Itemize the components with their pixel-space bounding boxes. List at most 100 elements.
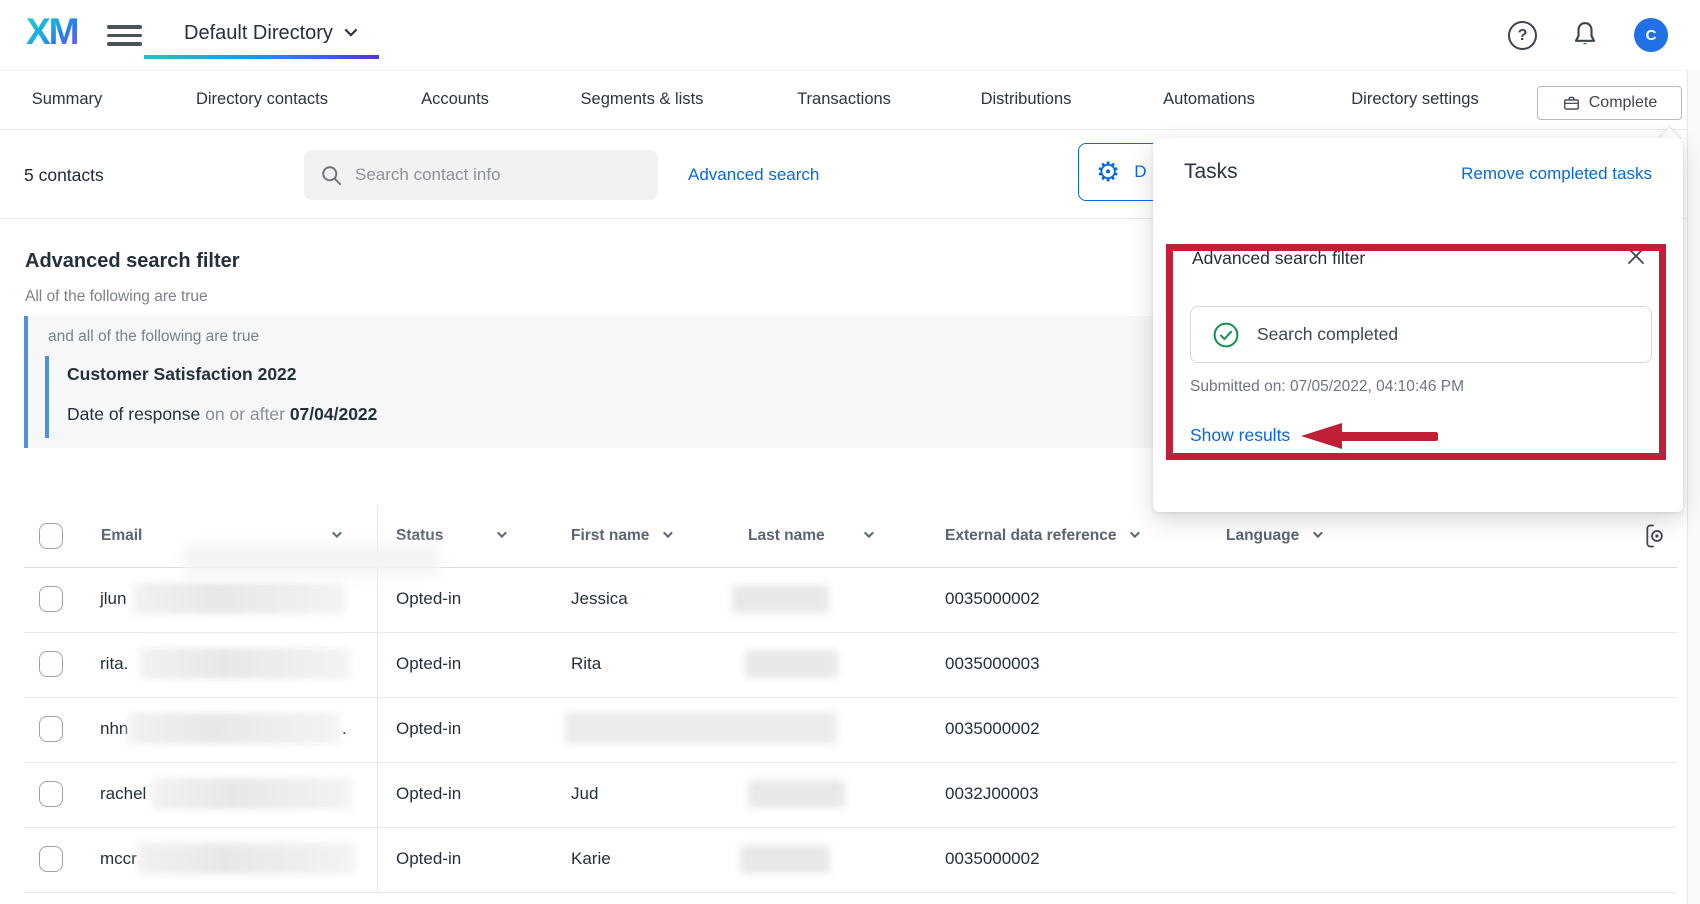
search-icon <box>320 164 343 187</box>
row-checkbox[interactable] <box>39 716 63 742</box>
cell-status: Opted-in <box>396 719 461 739</box>
directory-settings-button-label: D <box>1134 162 1146 182</box>
cell-email-prefix: nhn <box>100 719 128 739</box>
redacted-blur <box>133 583 345 614</box>
task-status-label: Search completed <box>1257 324 1398 345</box>
cell-external-ref: 0032J00003 <box>945 784 1039 804</box>
chevron-down-icon[interactable] <box>1130 528 1140 538</box>
search-input[interactable] <box>355 165 625 185</box>
column-settings-button[interactable] <box>1644 523 1667 554</box>
cell-email-prefix: mccr <box>100 849 137 869</box>
task-submitted-timestamp: Submitted on: 07/05/2022, 04:10:46 PM <box>1190 378 1464 396</box>
cell-status: Opted-in <box>396 654 461 674</box>
table-row[interactable]: nhn . Opted-in 0035000002 <box>24 698 1677 763</box>
tab-automations[interactable]: Automations <box>1163 70 1255 129</box>
column-settings-icon <box>1644 523 1667 549</box>
filter-survey-name: Customer Satisfaction 2022 <box>67 364 297 385</box>
cell-external-ref: 0035000002 <box>945 849 1040 869</box>
task-status-box: Search completed <box>1190 306 1652 363</box>
tab-accounts[interactable]: Accounts <box>421 70 489 129</box>
cell-first-name: Rita <box>571 654 601 674</box>
briefcase-icon <box>1562 94 1581 113</box>
filter-date-condition: Date of response on or after 07/04/2022 <box>67 404 377 425</box>
task-close-button[interactable] <box>1626 246 1646 266</box>
directory-picker[interactable]: Default Directory <box>184 22 354 45</box>
complete-button-label: Complete <box>1589 94 1657 112</box>
tab-directory-contacts[interactable]: Directory contacts <box>196 70 328 129</box>
question-icon: ? <box>1518 27 1528 45</box>
tasks-popup: Tasks Remove completed tasks Advanced se… <box>1153 138 1683 512</box>
right-gutter <box>1687 70 1700 904</box>
check-circle-icon <box>1213 322 1239 348</box>
top-header: XM Default Directory ? C <box>0 0 1700 70</box>
filter-date-operator: on or after <box>205 404 285 424</box>
avatar[interactable]: C <box>1634 18 1668 52</box>
tab-summary[interactable]: Summary <box>32 70 103 129</box>
avatar-initial: C <box>1646 27 1657 44</box>
cell-email-prefix: jlun <box>100 589 126 609</box>
directory-picker-label: Default Directory <box>184 22 333 45</box>
row-checkbox[interactable] <box>39 651 63 677</box>
row-checkbox[interactable] <box>39 781 63 807</box>
row-checkbox[interactable] <box>39 846 63 872</box>
redacted-blur <box>138 843 355 874</box>
column-header-first-name[interactable]: First name <box>571 527 670 545</box>
hamburger-menu-icon[interactable] <box>107 25 142 46</box>
contacts-count: 5 contacts <box>24 165 104 186</box>
xm-logo: XM <box>26 13 78 50</box>
remove-completed-tasks-link[interactable]: Remove completed tasks <box>1461 164 1652 184</box>
notifications-button[interactable] <box>1570 19 1600 54</box>
close-icon <box>1626 246 1646 266</box>
table-row[interactable]: rachel Opted-in Jud 0032J00003 <box>24 763 1677 828</box>
chevron-down-icon[interactable] <box>663 528 673 538</box>
cell-first-name: Karie <box>571 849 611 869</box>
chevron-down-icon[interactable] <box>497 528 507 538</box>
tab-directory-settings[interactable]: Directory settings <box>1351 70 1478 129</box>
redacted-blur <box>565 712 837 744</box>
cell-email-prefix: rita. <box>100 654 128 674</box>
chevron-down-icon <box>344 24 357 37</box>
bell-icon <box>1570 19 1600 49</box>
table-header: Email Status First name Last name Extern… <box>24 505 1677 568</box>
complete-button[interactable]: Complete <box>1537 86 1682 120</box>
column-header-language[interactable]: Language <box>1226 527 1320 545</box>
filter-date-field: Date of response <box>67 404 200 424</box>
redacted-blur <box>740 845 830 873</box>
gear-icon: ⚙ <box>1096 159 1120 186</box>
redacted-blur <box>745 650 838 678</box>
column-header-external-ref[interactable]: External data reference <box>945 527 1137 545</box>
help-button[interactable]: ? <box>1508 21 1537 50</box>
tab-segments-lists[interactable]: Segments & lists <box>581 70 704 129</box>
row-checkbox[interactable] <box>39 586 63 612</box>
chevron-down-icon[interactable] <box>1313 528 1323 538</box>
table-row[interactable]: jlun Opted-in Jessica 0035000002 <box>24 568 1677 633</box>
cell-external-ref: 0035000002 <box>945 589 1040 609</box>
cell-email-prefix: rachel <box>100 784 146 804</box>
cell-email-suffix: . <box>342 719 347 739</box>
select-all-checkbox[interactable] <box>39 523 63 549</box>
tab-distributions[interactable]: Distributions <box>981 70 1072 129</box>
filter-root-condition: All of the following are true <box>25 288 208 306</box>
chevron-down-icon[interactable] <box>864 528 874 538</box>
advanced-search-link[interactable]: Advanced search <box>688 165 819 185</box>
table-row[interactable]: rita. Opted-in Rita 0035000003 <box>24 633 1677 698</box>
filter-date-value: 07/04/2022 <box>290 404 378 424</box>
contact-search-box[interactable] <box>304 150 658 200</box>
tasks-popup-title: Tasks <box>1184 160 1238 184</box>
show-results-link[interactable]: Show results <box>1190 425 1290 446</box>
cell-first-name: Jessica <box>571 589 628 609</box>
cell-status: Opted-in <box>396 849 461 869</box>
cell-first-name: Jud <box>571 784 598 804</box>
chevron-down-icon[interactable] <box>332 528 342 538</box>
redacted-blur <box>140 648 350 679</box>
table-row[interactable]: mccr Opted-in Karie 0035000002 <box>24 828 1677 893</box>
redacted-blur <box>184 545 439 575</box>
cell-status: Opted-in <box>396 784 461 804</box>
filter-group-condition: and all of the following are true <box>48 328 259 346</box>
tab-transactions[interactable]: Transactions <box>797 70 891 129</box>
cell-external-ref: 0035000003 <box>945 654 1040 674</box>
task-name: Advanced search filter <box>1192 248 1365 269</box>
column-header-email[interactable]: Email <box>101 527 339 545</box>
column-header-status[interactable]: Status <box>396 527 504 545</box>
column-header-last-name[interactable]: Last name <box>748 527 871 545</box>
